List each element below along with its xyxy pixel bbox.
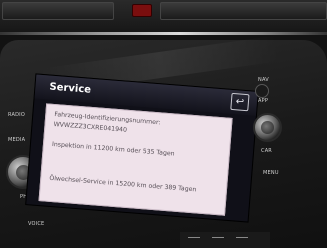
hazard-button[interactable] xyxy=(132,4,152,17)
right-air-vent xyxy=(160,2,327,20)
oil-service-due: Ölwechsel-Service in 15200 km oder 389 T… xyxy=(49,174,197,194)
voice-button[interactable]: VOICE xyxy=(28,221,44,227)
media-button[interactable]: MEDIA xyxy=(8,137,25,143)
menu-button[interactable]: MENU xyxy=(263,170,279,176)
left-air-vent xyxy=(2,2,114,20)
tune-knob[interactable] xyxy=(253,113,282,142)
nav-button[interactable]: NAV xyxy=(258,77,269,83)
defrost-icon[interactable] xyxy=(236,237,248,244)
tune-knob-center xyxy=(261,121,274,134)
infotainment-screen: Service ↩ Fahrzeug-Identifizierungsnumme… xyxy=(25,73,259,223)
inspection-due: Inspektion in 11200 km oder 535 Tagen xyxy=(51,140,175,158)
seat-heat-icon[interactable] xyxy=(188,237,200,244)
page-title: Service xyxy=(49,81,92,96)
app-button[interactable]: APP xyxy=(258,98,268,104)
chrome-trim xyxy=(0,32,327,35)
back-button[interactable]: ↩ xyxy=(230,92,250,112)
nav-hard-key[interactable] xyxy=(255,84,269,98)
climate-icon[interactable] xyxy=(212,237,224,244)
service-info-dialog: Fahrzeug-Identifizierungsnummer: WVWZZZ3… xyxy=(38,103,233,216)
dashboard-top xyxy=(0,0,327,32)
radio-button[interactable]: RADIO xyxy=(8,112,25,118)
car-button[interactable]: CAR xyxy=(261,148,272,154)
back-arrow-icon: ↩ xyxy=(235,96,245,108)
